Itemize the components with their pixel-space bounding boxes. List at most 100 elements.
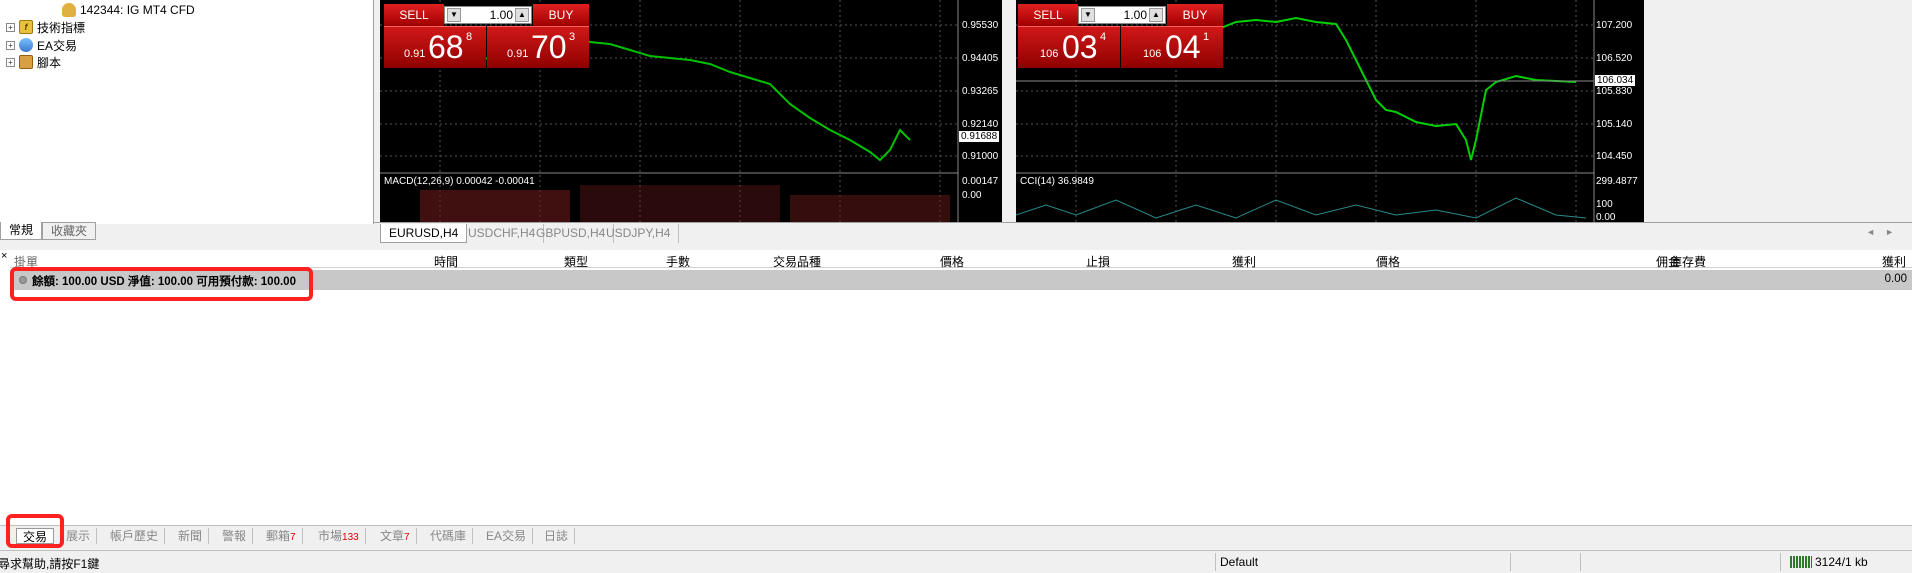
tab-favorites[interactable]: 收藏夾	[42, 222, 97, 240]
status-profile: Default	[1220, 555, 1259, 569]
current-price-tag: 0.91688	[959, 131, 1000, 142]
status-traffic: 3124/1 kb	[1815, 555, 1868, 569]
tab-mailbox[interactable]: 郵箱7	[260, 528, 303, 544]
nav-item-account[interactable]: 142344: IG MT4 CFD	[62, 2, 195, 18]
column-header[interactable]: 交易品種	[773, 253, 821, 270]
indicator-label: CCI(14) 36.9849	[1020, 176, 1094, 187]
lot-decrease-icon[interactable]: ▼	[1081, 8, 1095, 22]
buy-button[interactable]: BUY	[1167, 4, 1223, 26]
script-icon	[19, 55, 33, 69]
price-prefix: 0.91	[507, 48, 529, 60]
expert-advisor-icon	[19, 38, 33, 52]
price-axis-label: 105.830	[1596, 86, 1633, 97]
sell-price-button[interactable]: 106 03 4	[1018, 26, 1120, 68]
price-prefix: 106	[1040, 48, 1059, 60]
tab-account-history[interactable]: 帳戶歷史	[104, 528, 166, 544]
status-help-text: 尋求幫助,請按F1鍵	[0, 557, 100, 571]
account-icon	[62, 3, 76, 17]
price-fraction: 3	[569, 31, 576, 43]
column-header[interactable]: 價格	[1376, 253, 1400, 270]
tab-code-base[interactable]: 代碼庫	[424, 528, 474, 544]
column-header[interactable]: 獲利	[1232, 253, 1256, 270]
nav-item-label: 142344: IG MT4 CFD	[80, 3, 195, 17]
lot-increase-icon[interactable]: ▲	[1149, 8, 1163, 22]
column-header[interactable]: 庫存費	[1670, 253, 1706, 270]
status-separator	[1510, 553, 1511, 571]
price-axis-label: 0.91000	[962, 151, 999, 162]
expand-icon[interactable]: +	[6, 40, 15, 50]
indicator-axis-label: 299.4877	[1596, 176, 1638, 187]
tab-label: 文章	[380, 529, 405, 543]
tab-label: 代碼庫	[430, 529, 467, 543]
status-separator	[1580, 553, 1581, 571]
close-icon[interactable]: ×	[1, 250, 7, 262]
sell-button[interactable]: SELL	[384, 4, 444, 26]
tab-count: 7	[404, 532, 410, 543]
expand-icon[interactable]: +	[6, 22, 15, 32]
tab-label: 新聞	[178, 529, 203, 543]
nav-item-label: 腳本	[37, 55, 62, 70]
nav-item-label: EA交易	[37, 38, 78, 53]
column-header[interactable]: 手數	[666, 253, 690, 270]
price-pips: 70	[531, 29, 567, 65]
tab-common[interactable]: 常規	[0, 222, 43, 240]
navigator-panel: 142344: IG MT4 CFD + f 技術指標 + EA交易 + 腳本	[0, 0, 374, 224]
tab-label: 展示	[66, 529, 91, 543]
sell-price-button[interactable]: 0.91 68 8	[384, 26, 486, 68]
nav-item-label: 技術指標	[37, 20, 86, 35]
indicator-label: MACD(12,26,9) 0.00042 -0.00041	[384, 176, 535, 187]
tab-eurusd[interactable]: EURUSD,H4	[380, 224, 468, 243]
lot-size-input[interactable]: ▼ 1.00 ▲	[1078, 6, 1166, 24]
tab-articles[interactable]: 文章7	[374, 528, 417, 544]
price-pips: 03	[1062, 29, 1098, 65]
highlight-box-balance	[10, 267, 313, 301]
tab-usdjpy[interactable]: USDJPY,H4	[598, 224, 680, 243]
lot-decrease-icon[interactable]: ▼	[447, 8, 461, 22]
column-header[interactable]: 價格	[940, 253, 964, 270]
scroll-right-icon[interactable]: ►	[1885, 227, 1904, 237]
sell-button[interactable]: SELL	[1018, 4, 1078, 26]
column-header[interactable]: 類型	[564, 253, 588, 270]
tab-experts[interactable]: EA交易	[480, 528, 534, 544]
lot-increase-icon[interactable]: ▲	[515, 8, 529, 22]
nav-item-indicators[interactable]: + f 技術指標	[6, 19, 85, 35]
indicator-icon: f	[19, 20, 33, 34]
buy-price-button[interactable]: 106 04 1	[1121, 26, 1223, 68]
expand-icon[interactable]: +	[6, 57, 15, 67]
nav-item-scripts[interactable]: + 腳本	[6, 54, 61, 70]
status-bar: 尋求幫助,請按F1鍵 Default 3124/1 kb	[0, 550, 1912, 573]
tab-news[interactable]: 新聞	[172, 528, 210, 544]
price-axis-label: 0.95530	[962, 20, 999, 31]
price-axis-label: 106.520	[1596, 53, 1633, 64]
chart-eurusd[interactable]: 0.95530 0.94405 0.93265 0.92140 0.91688 …	[380, 0, 1002, 222]
tab-count: 133	[342, 532, 359, 543]
tab-alerts[interactable]: 警報	[216, 528, 254, 544]
price-pips: 68	[428, 29, 464, 65]
tab-scroll-arrows[interactable]: ◄►	[1866, 227, 1904, 237]
price-axis-label: 0.93265	[962, 86, 999, 97]
tab-journal[interactable]: 日誌	[538, 528, 576, 544]
scroll-left-icon[interactable]: ◄	[1866, 227, 1885, 237]
buy-button[interactable]: BUY	[533, 4, 589, 26]
tab-label: 市場	[318, 529, 343, 543]
buy-price-button[interactable]: 0.91 70 3	[487, 26, 589, 68]
lot-size-input[interactable]: ▼ 1.00 ▲	[444, 6, 532, 24]
lot-value: 1.00	[489, 8, 513, 22]
terminal-tabs: 交易 展示 帳戶歷史 新聞 警報 郵箱7 市場133 文章7 代碼庫 EA交易 …	[0, 525, 1912, 545]
tab-exposure[interactable]: 展示	[60, 528, 98, 544]
column-header[interactable]: 止損	[1086, 253, 1110, 270]
column-header[interactable]: 獲利	[1882, 253, 1906, 270]
price-axis-label: 0.94405	[962, 53, 999, 64]
price-axis-label: 104.450	[1596, 151, 1633, 162]
chart-usdjpy[interactable]: 107.200 106.520 106.034 105.830 105.140 …	[1016, 0, 1644, 223]
tab-count: 7	[290, 532, 296, 543]
tab-market[interactable]: 市場133	[312, 528, 366, 544]
trade-table-header: 掛單 時間 類型 手數 交易品種 價格 止損 獲利 價格 佣金 庫存費 獲利	[10, 252, 1912, 270]
tab-label: EA交易	[486, 529, 527, 543]
column-header[interactable]: 時間	[434, 253, 458, 270]
lot-value: 1.00	[1123, 8, 1147, 22]
status-separator	[1215, 553, 1216, 571]
nav-item-expert-advisors[interactable]: + EA交易	[6, 37, 77, 53]
chart-tabs-bar: EURUSD,H4 USDCHF,H4 GBPUSD,H4 USDJPY,H4 …	[374, 222, 1912, 244]
price-prefix: 0.91	[404, 48, 426, 60]
